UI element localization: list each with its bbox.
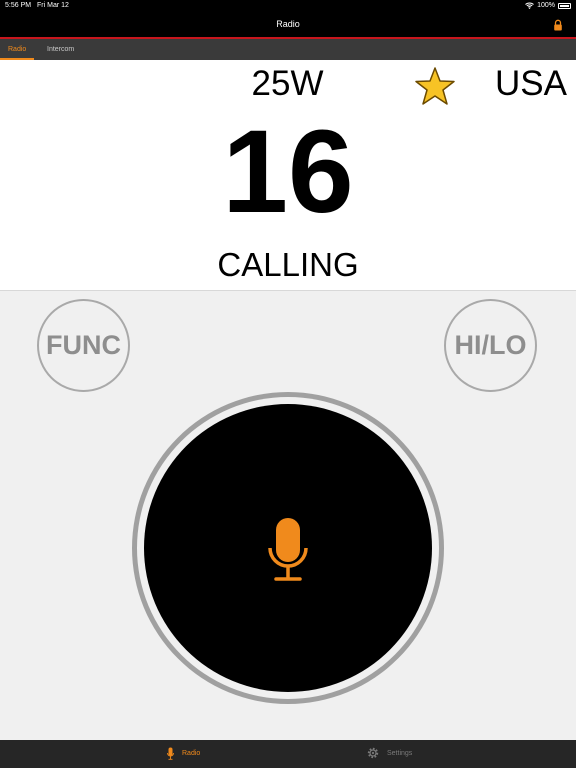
radio-display: 25W USA 16 CALLING [0, 60, 576, 290]
channel-number[interactable]: 16 [188, 108, 388, 236]
nav-title: Radio [276, 19, 300, 29]
wifi-icon [525, 2, 534, 9]
gear-icon [367, 747, 379, 759]
status-time: 5:56 PM [5, 2, 32, 9]
status-date: Fri Mar 12 [37, 2, 69, 9]
region-label[interactable]: USA [486, 64, 576, 104]
battery-icon [558, 2, 571, 9]
power-level[interactable]: 25W [230, 64, 345, 104]
tabbar-item-settings[interactable]: Settings [367, 747, 412, 759]
tabbar-item-radio[interactable]: Radio [167, 747, 200, 760]
bottom-tab-bar: Radio Settings [0, 740, 576, 768]
battery-percent: 100% [537, 2, 555, 9]
nav-bar: Radio [0, 12, 576, 39]
push-to-talk-button[interactable] [144, 404, 432, 692]
tab-radio[interactable]: Radio [0, 39, 35, 60]
favorite-star-icon[interactable] [414, 66, 456, 106]
segment-tabs: Radio Intercom [0, 39, 576, 60]
hi-lo-button[interactable]: HI/LO [444, 299, 537, 392]
func-button[interactable]: FUNC [37, 299, 130, 392]
call-status: CALLING [217, 246, 359, 283]
tab-intercom[interactable]: Intercom [39, 39, 82, 60]
tabbar-label-settings: Settings [387, 749, 413, 757]
status-right: 100% [525, 2, 571, 9]
lock-icon[interactable] [552, 19, 564, 31]
microphone-icon [167, 747, 174, 760]
tabbar-label-radio: Radio [182, 750, 201, 757]
control-panel: FUNC HI/LO [0, 290, 576, 740]
microphone-icon [268, 518, 308, 581]
status-bar: 5:56 PM Fri Mar 12 100% [0, 0, 576, 12]
